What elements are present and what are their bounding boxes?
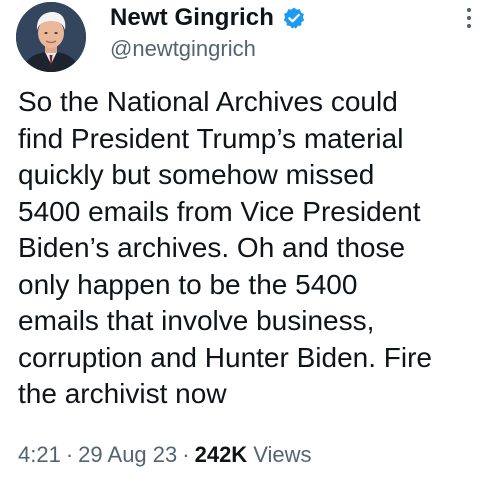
author-handle[interactable]: @newtgingrich [110,36,256,62]
verified-badge-icon [282,6,306,30]
tweet-time[interactable]: 4:21 [18,442,61,468]
meta-separator: · [65,442,74,467]
tweet-text: So the National Archives could find Pres… [18,86,432,409]
tweet-date[interactable]: 29 Aug 23 [78,442,177,468]
author-display-name[interactable]: Newt Gingrich [110,4,274,32]
tweet-meta: 4:21 · 29 Aug 23 · 242K Views [18,442,311,468]
views-label[interactable]: Views [253,442,311,468]
avatar-image [16,2,86,72]
tweet: Newt Gingrich @newtgingrich So the Natio… [0,0,500,482]
avatar[interactable] [16,2,86,72]
more-options-icon[interactable] [457,4,481,32]
meta-separator: · [182,442,190,467]
author-name-row[interactable]: Newt Gingrich [110,4,306,32]
views-count[interactable]: 242K [195,442,248,468]
